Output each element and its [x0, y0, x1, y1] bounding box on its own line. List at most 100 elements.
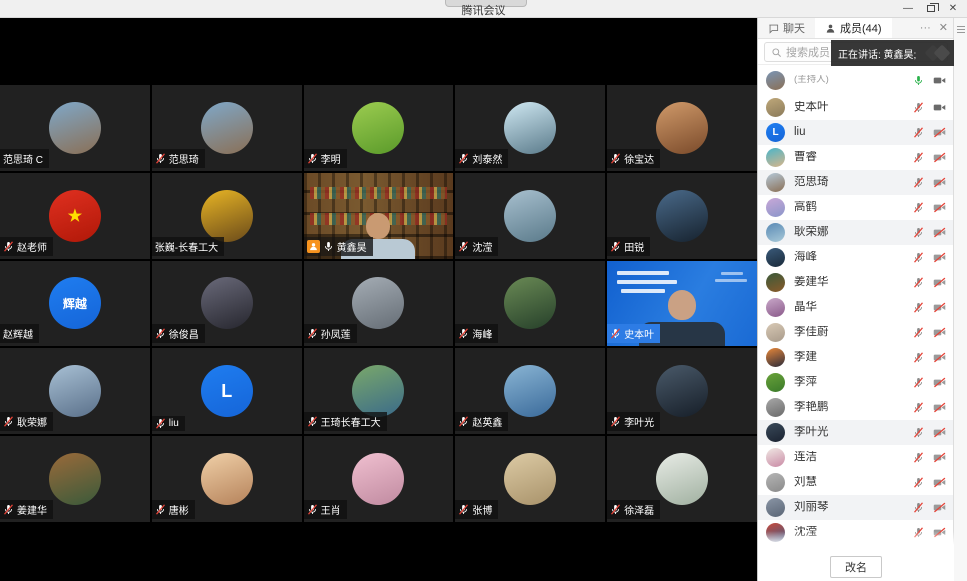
- member-camera-icon[interactable]: [933, 427, 946, 438]
- window-restore-button[interactable]: [920, 1, 942, 17]
- window-minimize-button[interactable]: —: [897, 1, 919, 17]
- member-camera-icon[interactable]: [933, 452, 946, 463]
- video-tile[interactable]: 刘泰然: [455, 85, 605, 171]
- rename-button[interactable]: 改名: [830, 556, 882, 578]
- member-row[interactable]: 高鹤: [758, 195, 954, 220]
- search-icon: [771, 47, 782, 58]
- video-tile[interactable]: 王琦长春工大: [304, 348, 454, 434]
- member-mic-icon[interactable]: [913, 302, 924, 313]
- member-camera-icon[interactable]: [933, 402, 946, 413]
- member-camera-icon[interactable]: [933, 177, 946, 188]
- video-tile[interactable]: 范思琦 C: [0, 85, 150, 171]
- video-tile[interactable]: 田锐: [607, 173, 757, 259]
- member-camera-icon[interactable]: [933, 252, 946, 263]
- member-mic-icon[interactable]: [913, 227, 924, 238]
- member-camera-icon[interactable]: [933, 127, 946, 138]
- member-row[interactable]: L liu: [758, 120, 954, 145]
- member-camera-icon[interactable]: [933, 102, 946, 113]
- video-tile[interactable]: 徐宝达: [607, 85, 757, 171]
- panel-close-button[interactable]: ✕: [939, 18, 948, 39]
- member-mic-icon[interactable]: [913, 127, 924, 138]
- member-camera-icon[interactable]: [933, 302, 946, 313]
- member-camera-icon[interactable]: [933, 277, 946, 288]
- member-row[interactable]: 刘慧: [758, 470, 954, 495]
- video-tile[interactable]: 徐俊昌: [152, 261, 302, 347]
- member-row[interactable]: 李建: [758, 345, 954, 370]
- video-tile[interactable]: 张巍-长春工大: [152, 173, 302, 259]
- video-tile[interactable]: 范思琦: [152, 85, 302, 171]
- member-mic-icon[interactable]: [913, 352, 924, 363]
- video-tile[interactable]: L liu: [152, 348, 302, 434]
- member-mic-icon[interactable]: [913, 452, 924, 463]
- member-mic-icon[interactable]: [913, 277, 924, 288]
- member-mic-icon[interactable]: [913, 402, 924, 413]
- video-tile[interactable]: 赵英鑫: [455, 348, 605, 434]
- member-row[interactable]: (主持人): [758, 65, 954, 95]
- member-row[interactable]: 晶华: [758, 295, 954, 320]
- mic-status-icon: [307, 328, 318, 339]
- member-mic-icon[interactable]: [913, 152, 924, 163]
- video-tile[interactable]: 王肖: [304, 436, 454, 522]
- member-row[interactable]: 连洁: [758, 445, 954, 470]
- member-mic-icon[interactable]: [913, 477, 924, 488]
- member-mic-icon[interactable]: [913, 502, 924, 513]
- video-tile[interactable]: 辉越 赵辉越: [0, 261, 150, 347]
- member-camera-icon[interactable]: [933, 75, 946, 86]
- member-mic-icon[interactable]: [913, 427, 924, 438]
- participant-avatar: 辉越: [49, 277, 101, 329]
- chat-icon: [768, 23, 779, 34]
- panel-more-button[interactable]: ···: [920, 18, 931, 39]
- member-mic-icon[interactable]: [913, 177, 924, 188]
- video-tile[interactable]: 海峰: [455, 261, 605, 347]
- video-tile[interactable]: 孙凤莲: [304, 261, 454, 347]
- member-camera-icon[interactable]: [933, 502, 946, 513]
- member-avatar: [766, 498, 785, 517]
- member-mic-icon[interactable]: [913, 75, 924, 86]
- window-close-button[interactable]: ✕: [942, 1, 964, 17]
- video-tile[interactable]: ★ 赵老师: [0, 173, 150, 259]
- video-tile[interactable]: 沈滢: [455, 173, 605, 259]
- video-tile[interactable]: 史本叶: [607, 261, 757, 347]
- member-camera-icon[interactable]: [933, 477, 946, 488]
- member-mic-icon[interactable]: [913, 102, 924, 113]
- video-tile[interactable]: 姜建华: [0, 436, 150, 522]
- member-name: 晶华: [794, 301, 817, 314]
- member-camera-icon[interactable]: [933, 202, 946, 213]
- member-mic-icon[interactable]: [913, 252, 924, 263]
- video-tile[interactable]: 唐彬: [152, 436, 302, 522]
- member-mic-icon[interactable]: [913, 377, 924, 388]
- video-tile[interactable]: 黄鑫昊: [304, 173, 454, 259]
- tab-members[interactable]: 成员(44): [815, 18, 892, 38]
- video-tile[interactable]: 耿荣娜: [0, 348, 150, 434]
- member-name: liu: [794, 126, 806, 139]
- member-mic-icon[interactable]: [913, 202, 924, 213]
- tab-chat[interactable]: 聊天: [758, 18, 815, 38]
- host-label: (主持人): [794, 75, 829, 86]
- member-row[interactable]: 耿荣娜: [758, 220, 954, 245]
- member-row[interactable]: 李佳蔚: [758, 320, 954, 345]
- member-mic-icon[interactable]: [913, 327, 924, 338]
- participant-name-label: 田锐: [607, 237, 650, 256]
- video-tile[interactable]: 李叶光: [607, 348, 757, 434]
- member-row[interactable]: 刘丽琴: [758, 495, 954, 520]
- member-row[interactable]: 姜建华: [758, 270, 954, 295]
- member-camera-icon[interactable]: [933, 352, 946, 363]
- video-tile[interactable]: 李明: [304, 85, 454, 171]
- member-row[interactable]: 范思琦: [758, 170, 954, 195]
- member-name: 范思琦: [794, 176, 829, 189]
- member-camera-icon[interactable]: [933, 327, 946, 338]
- video-tile[interactable]: 徐泽磊: [607, 436, 757, 522]
- member-camera-icon[interactable]: [933, 377, 946, 388]
- menu-icon[interactable]: [957, 24, 965, 32]
- video-tile[interactable]: 张博: [455, 436, 605, 522]
- member-row[interactable]: 李萍: [758, 370, 954, 395]
- member-row[interactable]: 李艳鹏: [758, 395, 954, 420]
- member-camera-icon[interactable]: [933, 227, 946, 238]
- member-camera-icon[interactable]: [933, 152, 946, 163]
- member-row[interactable]: 李叶光: [758, 420, 954, 445]
- member-row[interactable]: 史本叶: [758, 95, 954, 120]
- member-row[interactable]: 曹睿: [758, 145, 954, 170]
- member-name: 李建: [794, 351, 817, 364]
- member-row[interactable]: 海峰: [758, 245, 954, 270]
- meeting-logo-icon: [926, 43, 952, 63]
